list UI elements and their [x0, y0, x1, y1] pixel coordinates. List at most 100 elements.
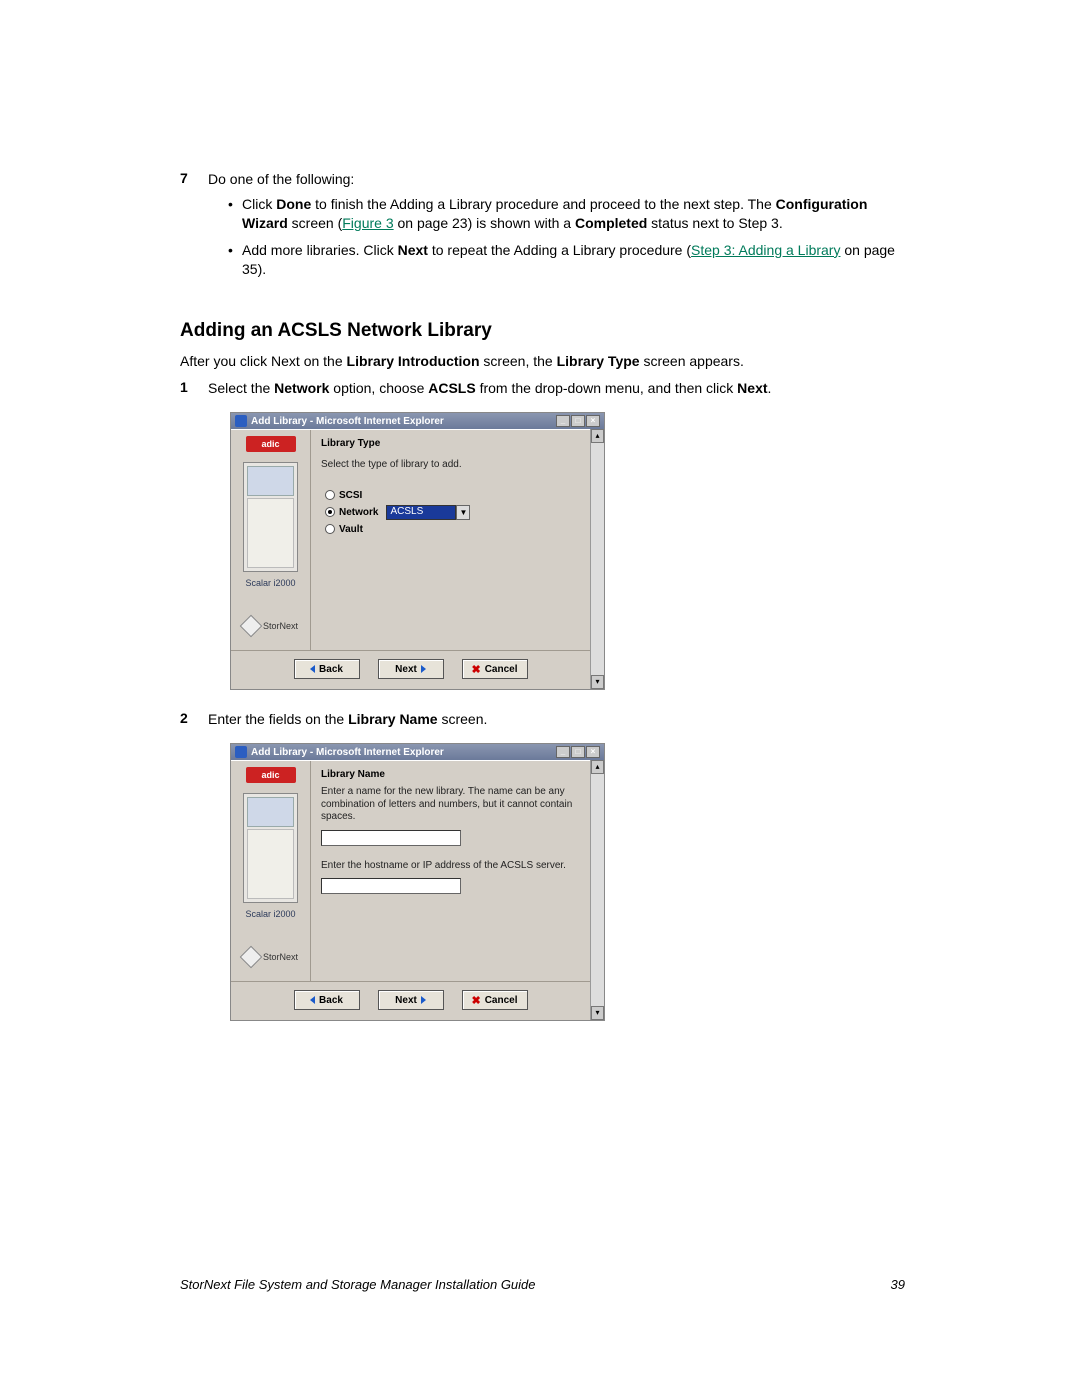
instr-host: Enter the hostname or IP address of the …	[321, 860, 580, 873]
step-body: Do one of the following: • Click Done to…	[208, 170, 905, 292]
content-heading: Library Type	[321, 438, 580, 449]
dialog-buttons: Back Next ✖Cancel	[231, 981, 590, 1020]
radio-icon	[325, 507, 335, 517]
step-link[interactable]: Step 3: Adding a Library	[691, 242, 840, 258]
next-button[interactable]: Next	[378, 659, 444, 679]
radio-scsi[interactable]: SCSI	[325, 490, 580, 501]
dialog-buttons: Back Next ✖ Cancel	[231, 650, 590, 689]
bullet-text: Add more libraries. Click Next to repeat…	[242, 241, 905, 279]
minimize-button[interactable]: _	[556, 415, 570, 427]
cancel-button[interactable]: ✖ Cancel	[462, 659, 528, 679]
scroll-down-icon[interactable]: ▾	[591, 1006, 604, 1020]
t: from the drop-down menu, and then click	[476, 380, 737, 396]
radio-network[interactable]: Network ACSLS ▼	[325, 505, 580, 520]
bold: ACSLS	[428, 380, 475, 396]
content-heading: Library Name	[321, 769, 580, 780]
bold: Network	[274, 380, 329, 396]
close-button[interactable]: ×	[586, 415, 600, 427]
scrollbar[interactable]: ▴ ▾	[590, 760, 604, 1020]
maximize-button[interactable]: □	[571, 746, 585, 758]
radio-label: Network	[339, 507, 378, 518]
bold: Library Name	[348, 711, 437, 727]
cabinet-icon	[243, 793, 298, 903]
scrollbar[interactable]: ▴ ▾	[590, 429, 604, 689]
bullet-list: • Click Done to finish the Adding a Libr…	[228, 195, 905, 279]
bold: Next	[737, 380, 767, 396]
t: on page 23) is shown with a	[394, 215, 575, 231]
ie-icon	[235, 746, 247, 758]
bold: Library Introduction	[347, 353, 480, 369]
dialog-content: Library Name Enter a name for the new li…	[311, 761, 590, 981]
bold: Next	[398, 242, 428, 258]
scroll-up-icon[interactable]: ▴	[591, 760, 604, 774]
figure-link[interactable]: Figure 3	[342, 215, 393, 231]
scalar-label: Scalar i2000	[245, 578, 295, 588]
t: Click	[242, 196, 276, 212]
dialog-titlebar: Add Library - Microsoft Internet Explore…	[231, 413, 604, 429]
stornext-label: StorNext	[243, 618, 298, 634]
step-7: 7 Do one of the following: • Click Done …	[180, 170, 905, 292]
t: status next to Step 3.	[647, 215, 782, 231]
footer-title: StorNext File System and Storage Manager…	[180, 1277, 536, 1292]
bullet-dot: •	[228, 195, 242, 233]
intro-paragraph: After you click Next on the Library Intr…	[180, 352, 905, 371]
section-heading: Adding an ACSLS Network Library	[180, 320, 905, 342]
cancel-button[interactable]: ✖Cancel	[462, 990, 528, 1010]
cabinet-icon	[243, 462, 298, 572]
adic-logo: adic	[246, 436, 296, 452]
t: to repeat the Adding a Library procedure…	[428, 242, 691, 258]
t: screen appears.	[640, 353, 744, 369]
btn-label: Back	[319, 664, 343, 675]
t: StorNext	[263, 621, 298, 631]
arrow-right-icon	[421, 665, 426, 673]
adic-logo: adic	[246, 767, 296, 783]
dialog-title: Add Library - Microsoft Internet Explore…	[251, 747, 444, 758]
library-name-input[interactable]	[321, 830, 461, 846]
chevron-down-icon[interactable]: ▼	[456, 505, 470, 520]
dialog-library-type: Add Library - Microsoft Internet Explore…	[230, 412, 605, 690]
acsls-host-input[interactable]	[321, 878, 461, 894]
back-button[interactable]: Back	[294, 990, 360, 1010]
step-number: 7	[180, 170, 208, 292]
arrow-right-icon	[421, 996, 426, 1004]
maximize-button[interactable]: □	[571, 415, 585, 427]
dialog-titlebar: Add Library - Microsoft Internet Explore…	[231, 744, 604, 760]
bold: Library Type	[557, 353, 640, 369]
t: screen.	[438, 711, 488, 727]
dialog-title: Add Library - Microsoft Internet Explore…	[251, 416, 444, 427]
btn-label: Next	[395, 995, 417, 1006]
t: Select the	[208, 380, 274, 396]
btn-label: Next	[395, 664, 417, 675]
step-1: 1 Select the Network option, choose ACSL…	[180, 379, 905, 398]
combo-value: ACSLS	[390, 506, 423, 517]
close-icon: ✖	[471, 663, 480, 676]
radio-label: SCSI	[339, 490, 362, 501]
scalar-label: Scalar i2000	[245, 909, 295, 919]
radio-label: Vault	[339, 524, 363, 535]
bullet-dot: •	[228, 241, 242, 279]
back-button[interactable]: Back	[294, 659, 360, 679]
window-buttons: _ □ ×	[556, 746, 600, 758]
arrow-left-icon	[310, 665, 315, 673]
stornext-icon	[240, 946, 263, 969]
scroll-down-icon[interactable]: ▾	[591, 675, 604, 689]
page-number: 39	[891, 1277, 905, 1292]
btn-label: Cancel	[485, 664, 518, 675]
instr-name: Enter a name for the new library. The na…	[321, 786, 580, 824]
minimize-button[interactable]: _	[556, 746, 570, 758]
t: Enter the fields on the	[208, 711, 348, 727]
step-body: Enter the fields on the Library Name scr…	[208, 710, 905, 729]
dialog-sidebar: adic Scalar i2000 StorNext	[231, 430, 311, 650]
network-combo[interactable]: ACSLS ▼	[386, 505, 456, 520]
ie-icon	[235, 415, 247, 427]
dialog-library-name: Add Library - Microsoft Internet Explore…	[230, 743, 605, 1021]
radio-vault[interactable]: Vault	[325, 524, 580, 535]
close-icon: ✖	[471, 994, 480, 1007]
content-instruction: Select the type of library to add.	[321, 459, 580, 472]
next-button[interactable]: Next	[378, 990, 444, 1010]
scroll-up-icon[interactable]: ▴	[591, 429, 604, 443]
t: .	[768, 380, 772, 396]
window-buttons: _ □ ×	[556, 415, 600, 427]
btn-label: Back	[319, 995, 343, 1006]
close-button[interactable]: ×	[586, 746, 600, 758]
